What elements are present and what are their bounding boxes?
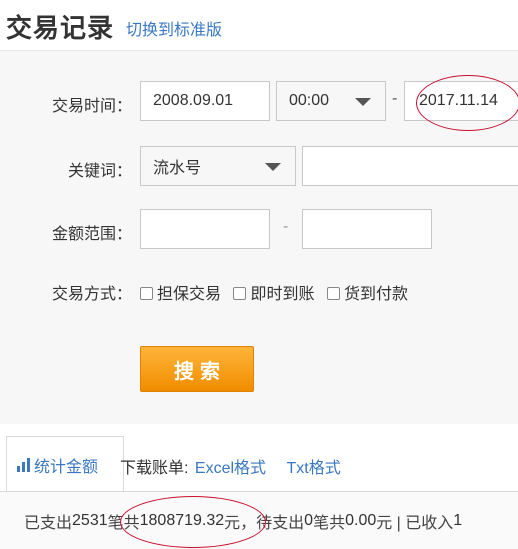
checkbox-icon[interactable] [233,287,247,300]
dropdown-caret-icon [265,163,281,171]
summary-bar: 已支出 2531 笔共 1808719.32 元，待支出 0 笔共 0.00 元 | 已收入 1 [0,491,518,549]
summary-text: 笔共 [313,514,346,532]
keyword-label: 关键词： [67,163,132,180]
range-separator: - [392,90,398,107]
method-option-cod[interactable]: 货到付款 [326,286,416,303]
checkbox-icon[interactable] [140,287,153,300]
download-row: 下载账单: Excel格式 Txt格式 [120,454,341,478]
page-title: 交易记录 [6,13,115,43]
method-option-guarantee[interactable]: 担保交易 [140,286,233,303]
keyword-type-value: 流水号 [153,160,202,177]
pending-count: 0 [304,511,314,529]
time-label: 交易时间： [51,98,132,115]
paid-count: 2531 [72,511,108,529]
keyword-type-select[interactable]: 流水号 [140,146,296,186]
summary-text: 元 | 已收入 [376,514,454,532]
amount-min-input[interactable] [140,209,270,249]
summary-text: 笔共 [107,514,140,532]
amount-max-input[interactable] [302,209,432,249]
end-date-value: 2017.11.14 [419,92,498,109]
stats-amount-tab[interactable]: 统计金额 [6,436,124,492]
switch-standard-link[interactable]: 切换到标准版 [126,16,222,40]
method-label: 交易方式： [51,286,132,303]
method-options: 担保交易 即时到账 货到付款 [140,280,416,304]
summary-text: 元，待支出 [224,514,305,532]
end-date-input[interactable]: 2017.11.14 [404,81,518,121]
keyword-input[interactable] [302,146,518,186]
pending-amount: 0.00 [345,511,377,529]
start-date-value: 2008.09.01 [153,92,234,109]
dropdown-caret-icon [355,98,371,106]
bar-chart-icon [17,457,30,472]
method-option-instant[interactable]: 即时到账 [233,286,326,303]
method-option-label: 货到付款 [343,286,408,303]
amount-range-separator: - [283,218,289,235]
download-label: 下载账单: [120,460,189,477]
checkbox-icon[interactable] [326,287,340,300]
paid-amount: 1808719.32 [139,511,225,529]
stats-tab-label: 统计金额 [34,458,99,476]
method-option-label: 担保交易 [157,286,222,303]
excel-download-link[interactable]: Excel格式 [195,460,266,477]
summary-text: 已支出 [24,514,73,532]
search-button[interactable]: 搜索 [140,346,254,392]
start-time-value: 00:00 [289,92,330,109]
start-date-input[interactable]: 2008.09.01 [140,81,270,121]
method-option-label: 即时到账 [250,286,315,303]
amount-label: 金额范围： [51,226,132,243]
start-time-select[interactable]: 00:00 [276,81,386,121]
txt-download-link[interactable]: Txt格式 [287,460,341,477]
income-count: 1 [453,511,463,529]
